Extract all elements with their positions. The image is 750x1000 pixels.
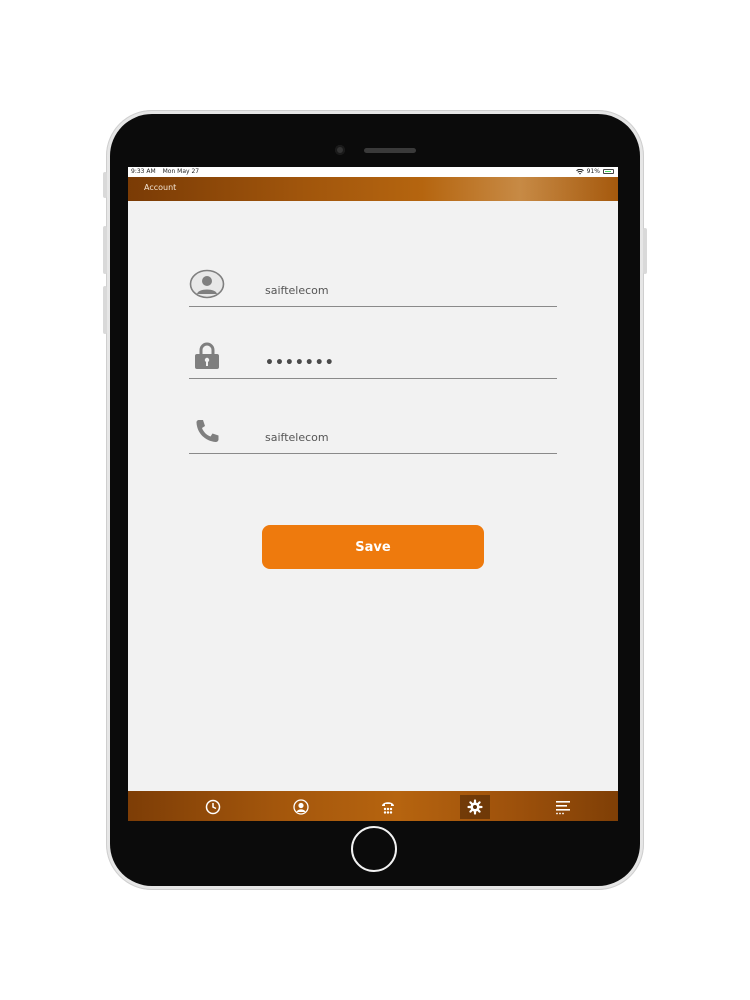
gear-icon — [467, 799, 483, 815]
status-date: Mon May 27 — [162, 168, 200, 175]
keypad-icon — [382, 802, 394, 814]
tab-contacts[interactable] — [286, 795, 316, 819]
phone-field[interactable]: saiftelecom — [189, 413, 557, 454]
tab-more[interactable] — [548, 795, 578, 819]
menu-icon — [556, 801, 570, 815]
password-field[interactable]: ••••••• — [189, 338, 557, 379]
tab-recents[interactable] — [198, 795, 228, 819]
contact-icon — [293, 799, 309, 815]
status-left: 9:33 AM Mon May 27 — [131, 168, 204, 175]
tab-keypad[interactable] — [373, 795, 403, 819]
user-icon — [189, 266, 225, 302]
front-camera — [335, 145, 345, 155]
status-time: 9:33 AM — [131, 168, 156, 175]
save-button[interactable]: Save — [262, 525, 484, 569]
wifi-icon — [575, 168, 584, 174]
status-right: 91% — [575, 168, 614, 175]
home-button[interactable] — [351, 826, 397, 872]
username-value: saiftelecom — [265, 284, 329, 297]
phone-value: saiftelecom — [265, 431, 329, 444]
nav-header: Account — [128, 177, 618, 201]
battery-percent: 91% — [586, 168, 600, 175]
page-title: Account — [144, 183, 177, 192]
clock-icon — [205, 799, 221, 815]
tab-settings[interactable] — [460, 795, 490, 819]
speaker-grille — [364, 148, 416, 153]
lock-icon — [189, 338, 225, 374]
password-value: ••••••• — [265, 355, 335, 371]
side-button-volume-down — [103, 286, 107, 334]
battery-icon — [603, 169, 614, 174]
username-field[interactable]: saiftelecom — [189, 266, 557, 307]
phone-icon — [189, 413, 225, 449]
app-screen: 9:33 AM Mon May 27 91% Account saiftelec… — [128, 167, 618, 821]
tab-bar — [128, 791, 618, 821]
side-button-power — [643, 228, 647, 274]
side-button-volume-up — [103, 226, 107, 274]
side-button-silent — [103, 172, 107, 198]
status-bar: 9:33 AM Mon May 27 91% — [128, 167, 618, 177]
